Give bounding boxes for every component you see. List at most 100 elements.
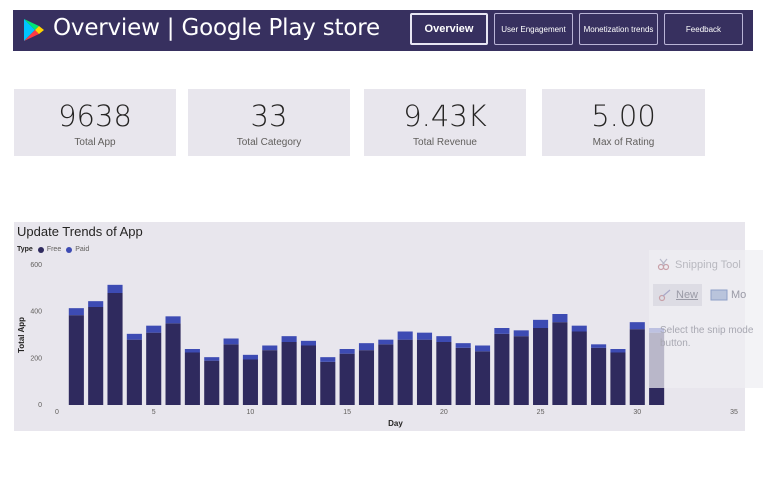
bar-paid-day-19 bbox=[416, 332, 433, 340]
x-tick-label: 25 bbox=[537, 409, 545, 416]
bar-paid-day-13 bbox=[300, 340, 317, 346]
kpi-label: Total Revenue bbox=[413, 137, 477, 148]
legend-swatch-paid bbox=[66, 246, 73, 253]
x-tick-label: 5 bbox=[152, 409, 156, 416]
bar-paid-day-20 bbox=[436, 336, 452, 342]
bar-free-day-19 bbox=[416, 339, 433, 405]
update-trends-chart-panel[interactable]: 0 200 400 600 0 5 10 15 20 25 30 35 Day Total App Upd… bbox=[14, 222, 745, 431]
page-title: Overview | Google Play store bbox=[53, 15, 380, 41]
bar-paid-day-7 bbox=[184, 349, 200, 353]
bar-paid-day-2 bbox=[88, 301, 104, 307]
bar-paid-day-15 bbox=[339, 349, 355, 354]
google-play-logo-icon bbox=[24, 19, 44, 41]
header-bar: Overview | Google Play store Overview Us… bbox=[13, 10, 753, 51]
bar-paid-day-30 bbox=[629, 322, 645, 330]
snip-mode-icon bbox=[710, 289, 728, 301]
x-axis-label: Day bbox=[388, 419, 403, 428]
kpi-label: Total App bbox=[74, 137, 116, 148]
bar-paid-day-17 bbox=[378, 339, 394, 345]
bar-free-day-14 bbox=[320, 361, 336, 405]
legend-swatch-free bbox=[37, 246, 44, 253]
y-tick-label: 600 bbox=[30, 262, 42, 269]
snipping-tool-description: Select the snip mode button. bbox=[660, 325, 754, 349]
bar-free-day-2 bbox=[88, 307, 104, 405]
snipping-tool-title-text: Snipping Tool bbox=[675, 258, 741, 271]
kpi-card-total-app: 9638 Total App bbox=[14, 89, 176, 156]
kpi-value: 9638 bbox=[58, 99, 132, 133]
x-tick-label: 0 bbox=[55, 409, 59, 416]
new-snip-button[interactable]: New bbox=[653, 284, 703, 306]
bar-free-day-10 bbox=[242, 359, 258, 405]
bar-paid-day-21 bbox=[455, 343, 471, 348]
kpi-label: Max of Rating bbox=[592, 137, 655, 148]
bar-paid-day-8 bbox=[204, 357, 220, 361]
bar-free-day-27 bbox=[571, 331, 587, 405]
chart-legend[interactable]: Type Free Paid bbox=[17, 246, 89, 253]
y-axis-label: Total App bbox=[17, 317, 26, 353]
bar-paid-day-10 bbox=[242, 354, 258, 360]
bar-free-day-16 bbox=[358, 350, 375, 405]
bar-free-day-28 bbox=[591, 347, 607, 405]
bar-paid-day-1 bbox=[68, 308, 84, 316]
bar-free-day-13 bbox=[300, 345, 317, 405]
bar-free-day-12 bbox=[281, 342, 297, 405]
bar-paid-day-26 bbox=[552, 314, 568, 323]
y-tick-label: 200 bbox=[30, 355, 42, 362]
bar-free-day-29 bbox=[610, 352, 626, 405]
bar-paid-day-5 bbox=[146, 325, 162, 333]
update-trends-chart[interactable]: 0 200 400 600 0 5 10 15 20 25 30 35 Day Total App bbox=[14, 222, 745, 431]
bar-free-day-21 bbox=[455, 347, 471, 405]
nav-button-overview[interactable]: Overview bbox=[410, 13, 488, 45]
kpi-value: 33 bbox=[250, 99, 288, 133]
bar-free-day-18 bbox=[397, 339, 413, 405]
bar-free-day-23 bbox=[494, 333, 510, 405]
bar-paid-day-3 bbox=[107, 284, 123, 293]
new-snip-icon bbox=[658, 289, 671, 302]
bar-free-day-3 bbox=[107, 293, 123, 405]
kpi-label: Total Category bbox=[236, 137, 302, 148]
bar-paid-day-23 bbox=[494, 328, 510, 334]
bar-paid-day-29 bbox=[610, 349, 626, 353]
bar-paid-day-4 bbox=[126, 333, 142, 340]
kpi-value: 5.00 bbox=[591, 99, 656, 133]
bar-free-day-11 bbox=[262, 350, 278, 405]
snipping-tool-toolbar: New Mo bbox=[653, 280, 763, 310]
nav-button-user-engagement[interactable]: User Engagement bbox=[494, 13, 573, 45]
scissors-icon bbox=[657, 258, 670, 271]
x-tick-label: 15 bbox=[343, 409, 351, 416]
legend-label-free: Free bbox=[46, 246, 62, 253]
kpi-value: 9.43K bbox=[403, 99, 487, 133]
snipping-tool-window[interactable]: Snipping Tool New Mo Select the snip mod… bbox=[649, 250, 763, 388]
bar-paid-day-22 bbox=[474, 345, 491, 352]
bar-paid-day-16 bbox=[358, 343, 375, 351]
bar-free-day-8 bbox=[204, 360, 220, 405]
bar-free-day-5 bbox=[146, 332, 162, 405]
snipping-tool-title: Snipping Tool bbox=[657, 258, 741, 271]
bar-free-day-17 bbox=[378, 344, 394, 405]
bar-paid-day-18 bbox=[397, 331, 413, 340]
bar-free-day-7 bbox=[184, 352, 200, 405]
y-tick-label: 0 bbox=[38, 402, 42, 409]
bar-paid-day-14 bbox=[320, 357, 336, 362]
kpi-card-max-rating: 5.00 Max of Rating bbox=[542, 89, 705, 156]
nav-button-feedback[interactable]: Feedback bbox=[664, 13, 743, 45]
nav-button-monetization-trends[interactable]: Monetization trends bbox=[579, 13, 658, 45]
x-tick-label: 20 bbox=[440, 409, 448, 416]
bar-paid-day-9 bbox=[223, 338, 239, 345]
x-tick-label: 30 bbox=[633, 409, 641, 416]
bar-paid-day-6 bbox=[165, 316, 181, 324]
snip-mode-button[interactable]: Mo bbox=[710, 288, 746, 302]
chart-title: Update Trends of App bbox=[17, 224, 143, 239]
bar-paid-day-25 bbox=[533, 319, 549, 328]
bar-free-day-30 bbox=[629, 329, 645, 405]
legend-title: Type bbox=[17, 246, 33, 253]
snip-mode-label: Mo bbox=[731, 289, 747, 301]
bar-free-day-4 bbox=[126, 339, 142, 405]
bar-free-day-15 bbox=[339, 353, 355, 405]
bar-paid-day-28 bbox=[591, 344, 607, 348]
y-tick-label: 400 bbox=[30, 309, 42, 316]
kpi-card-total-revenue: 9.43K Total Revenue bbox=[364, 89, 526, 156]
bar-free-day-9 bbox=[223, 344, 239, 405]
bar-free-day-26 bbox=[552, 322, 568, 405]
x-tick-label: 35 bbox=[730, 409, 738, 416]
